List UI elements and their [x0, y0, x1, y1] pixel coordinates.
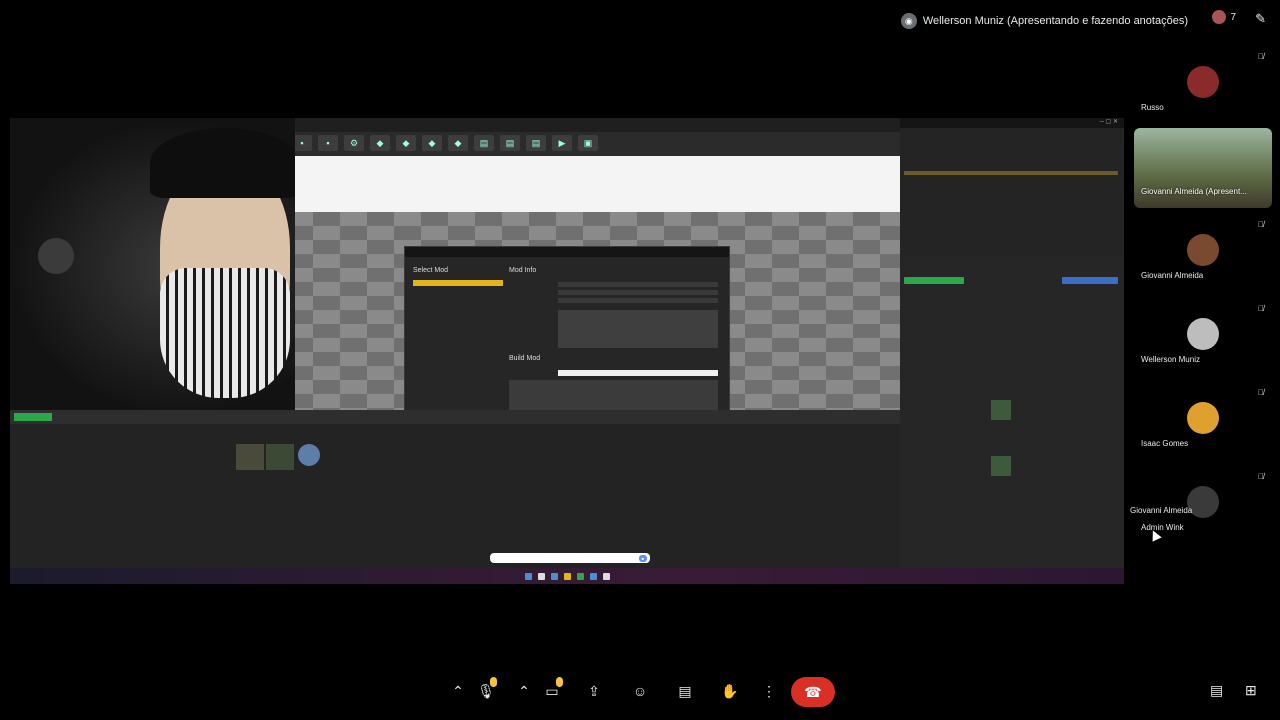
toolbar-build-icon: ◆: [396, 135, 416, 151]
mod-version-field[interactable]: [558, 298, 718, 303]
mod-dialog-titlebar: [405, 247, 729, 257]
more-options-icon[interactable]: ⋮: [755, 678, 783, 704]
toolbar-cinematics-icon: ▤: [500, 135, 520, 151]
captions-icon[interactable]: ▤: [671, 678, 699, 704]
participant-avatar: [1187, 402, 1219, 434]
participant-tile[interactable]: 🎙̸ Russo: [1134, 44, 1272, 124]
editor-titlebar: ─ ▢ ✕: [900, 118, 1124, 128]
toolbar-launch-icon: ▤: [526, 135, 546, 151]
material-thumbnail: [991, 456, 1011, 476]
emoji-icon[interactable]: ☺: [626, 678, 654, 704]
mod-description-field[interactable]: [558, 310, 718, 348]
taskbar-chrome-icon: [576, 572, 584, 580]
content-browser-toolbar: [10, 410, 900, 424]
details-panel: [900, 256, 1124, 584]
raise-hand-icon[interactable]: ✋: [716, 678, 744, 704]
participant-tile[interactable]: 🎙̸ Giovanni Almeida: [1134, 212, 1272, 292]
presenter-label: Wellerson Muniz (Apresentando e fazendo …: [922, 15, 1188, 27]
content-folder-tree: [14, 432, 224, 562]
toolbar-save-icon: ▪: [292, 135, 312, 151]
chat-icon[interactable]: ▤: [1210, 682, 1223, 699]
participant-video-tile[interactable]: Giovanni Almeida (Apresent...: [1134, 128, 1272, 208]
build-mod-button[interactable]: [558, 370, 718, 376]
participants-sidebar: 🎙̸ Russo Giovanni Almeida (Apresent... 🎙…: [1134, 44, 1272, 548]
mesh-thumbnail: [991, 400, 1011, 420]
participant-name: Giovanni Almeida: [1141, 271, 1204, 280]
participants-count: 7: [1230, 11, 1236, 23]
toolbar-settings-icon: ⚙: [344, 135, 364, 151]
add-component-button[interactable]: [904, 277, 964, 284]
asset-thumbnail[interactable]: [236, 444, 264, 470]
asset-thumbnail[interactable]: [266, 444, 294, 470]
build-mod-heading: Build Mod: [509, 355, 541, 362]
meet-stage: ◉ Wellerson Muniz (Apresentando e fazend…: [0, 0, 1280, 720]
taskbar-folder-icon: [563, 572, 571, 580]
activities-icon[interactable]: ⊞: [1245, 682, 1257, 699]
webcam-beanie: [150, 128, 295, 198]
mic-off-icon: 🎙̸: [1258, 388, 1264, 397]
participant-tile[interactable]: 🎙̸ Isaac Gomes: [1134, 380, 1272, 460]
mic-off-icon: 🎙̸: [1258, 472, 1264, 481]
participant-name: Wellerson Muniz: [1141, 355, 1200, 364]
toolbar-blueprint-icon: ◆: [370, 135, 390, 151]
presenter-webcam: [10, 118, 295, 416]
select-mod-heading: Select Mod: [413, 267, 449, 274]
outliner-selected-row[interactable]: [904, 171, 1118, 175]
mic-off-icon: 🎙̸: [1258, 304, 1264, 313]
webcam-lamp: [38, 238, 74, 274]
present-icon[interactable]: ⇪: [580, 678, 608, 704]
world-outliner-panel: [900, 128, 1124, 256]
toolbar-play-icon: ▶: [552, 135, 572, 151]
mic-off-icon: 🎙̸: [1258, 52, 1264, 61]
stop-sharing-button[interactable]: ■: [638, 554, 647, 562]
participant-name: Russo: [1141, 103, 1164, 112]
taskbar-app-icon: [550, 572, 558, 580]
participant-avatar: [1187, 318, 1219, 350]
mic-off-icon: 🎙̸: [1258, 220, 1264, 229]
participant-avatar: [1187, 66, 1219, 98]
windows-taskbar: [10, 568, 1124, 584]
video-options-chevron-icon[interactable]: ⌃: [510, 678, 538, 704]
taskbar-search-icon: [537, 572, 545, 580]
editor-toolbar: ▪ ▪ ⚙ ◆ ◆ ◆ ◆ ▤ ▤ ▤ ▶ ▣: [286, 132, 900, 156]
toolbar-mod-icon: ◆: [422, 135, 442, 151]
participant-avatar: [1187, 234, 1219, 266]
participant-name: Giovanni Almeida (Apresent...: [1141, 187, 1247, 196]
camera-icon[interactable]: ▭: [538, 677, 566, 704]
taskbar-unreal-icon: [602, 572, 610, 580]
toolbar-compile-icon: ▤: [474, 135, 494, 151]
asset-thumbnail[interactable]: [298, 444, 320, 466]
mod-author-field[interactable]: [558, 290, 718, 295]
content-browser: [10, 410, 900, 568]
presenter-avatar: ◉: [900, 13, 917, 29]
mod-info-heading: Mod Info: [509, 267, 537, 274]
windows-start-icon: [524, 572, 532, 580]
toolbar-tools-icon: ◆: [448, 135, 468, 151]
participant-name: Admin Wink: [1141, 523, 1184, 532]
toolbar-options-icon: ▣: [578, 135, 598, 151]
hangup-button[interactable]: ☎: [791, 677, 835, 707]
mic-status-badge: [490, 677, 497, 687]
mod-name-field[interactable]: [558, 282, 718, 287]
sharing-notice-bar: ■: [490, 553, 650, 563]
participant-mini-avatar: [1212, 10, 1227, 24]
participant-tooltip: Giovanni Almeida: [1130, 506, 1193, 515]
shared-screen[interactable]: ─ ▢ ✕ ▪ ▪ ⚙ ◆ ◆ ◆ ◆ ▤ ▤ ▤ ▶ ▣ ▪ ▪: [10, 118, 1124, 584]
audio-options-chevron-icon[interactable]: ⌃: [444, 678, 472, 704]
call-controls-bar: ⌃ 🎙 ⌃ ▭ ⇪ ☺ ▤ ✋ ⋮ ☎ ▤ ⊞: [0, 672, 1280, 710]
annotate-pen-icon[interactable]: ✎: [1255, 11, 1266, 27]
blueprint-button[interactable]: [1062, 277, 1118, 284]
participant-tile[interactable]: 🎙̸ Wellerson Muniz: [1134, 296, 1272, 376]
mic-icon[interactable]: 🎙: [472, 677, 500, 704]
presenter-indicator: ◉ Wellerson Muniz (Apresentando e fazend…: [900, 10, 1188, 32]
add-import-button[interactable]: [14, 413, 52, 421]
taskbar-app-icon: [589, 572, 597, 580]
selected-mod-item[interactable]: [413, 280, 503, 286]
webcam-skull-mask: [160, 268, 290, 398]
participants-count-chip[interactable]: 7: [1212, 10, 1236, 24]
participant-name: Isaac Gomes: [1141, 439, 1189, 448]
toolbar-content-icon: ▪: [318, 135, 338, 151]
camera-status-badge: [556, 677, 563, 687]
